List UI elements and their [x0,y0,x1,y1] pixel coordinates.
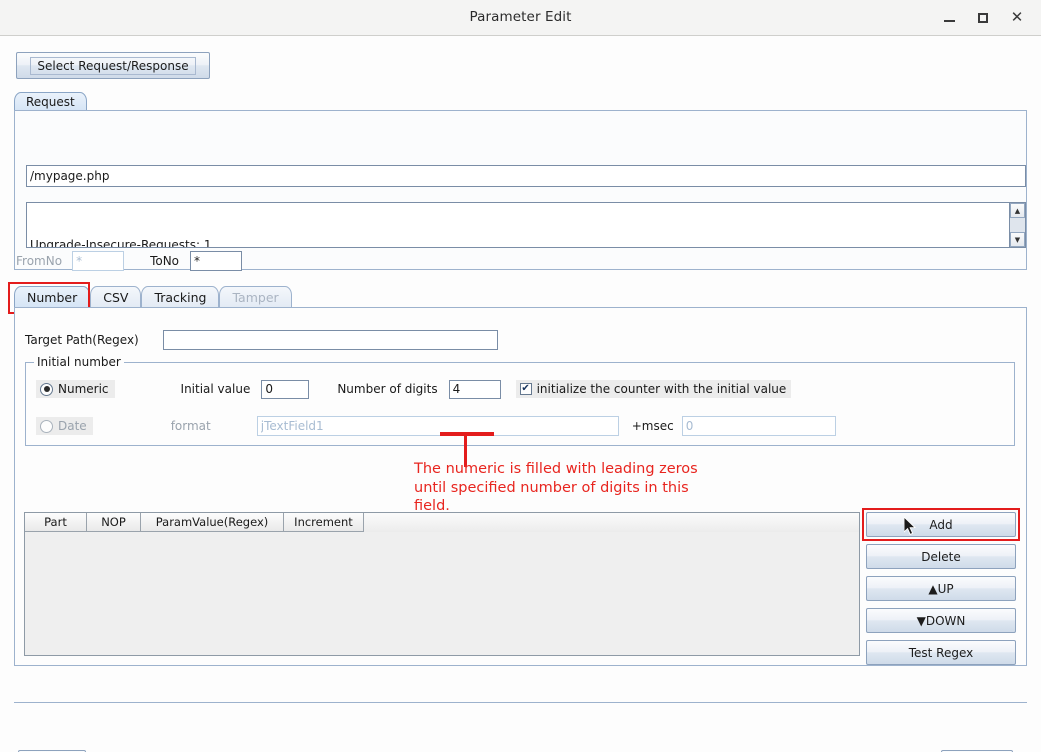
add-button-label: Add [929,517,953,532]
annotation-text: The numeric is filled with leading zeros… [414,461,698,514]
close-icon: ✕ [1010,8,1024,26]
target-path-input[interactable] [162,330,498,350]
date-row: Date format +msec [36,416,836,436]
initial-number-groupbox: Initial number Numeric Initial value Num… [25,355,1015,446]
tab-tracking-label: Tracking [154,290,207,305]
tab-request[interactable]: Request [14,92,87,111]
window-controls: ✕ [933,0,1033,35]
target-path-label: Target Path(Regex) [25,333,139,347]
radio-unchecked-icon [40,419,53,433]
tab-number-label: Number [27,290,78,305]
parameter-edit-window: Parameter Edit ✕ Select Request/Response… [0,0,1041,752]
table-body[interactable] [25,532,859,655]
close-button[interactable]: ✕ [1001,3,1033,33]
date-radio: Date [36,417,93,435]
fromno-input[interactable] [72,251,125,271]
initial-value-input[interactable] [261,379,310,399]
tab-tracking[interactable]: Tracking [141,286,220,308]
select-request-response-button[interactable]: Select Request/Response [16,52,210,79]
table-header-row: Part NOP ParamValue(Regex) Increment [25,513,859,532]
scrollbar-track[interactable] [1010,218,1025,232]
number-of-digits-input[interactable] [448,379,501,399]
numeric-row: Numeric Initial value Number of digits ✔… [36,379,792,399]
column-header-increment[interactable]: Increment [284,513,364,532]
tab-tamper: Tamper [219,286,292,308]
up-button-label: ▲UP [928,581,954,596]
request-body-text[interactable]: Upgrade-Insecure-Requests: 1 user=test&p… [30,203,990,248]
column-header-paramvalue[interactable]: ParamValue(Regex) [141,513,284,532]
request-tabstrip: Request [14,92,1027,111]
delete-button[interactable]: Delete [866,544,1016,569]
test-regex-button[interactable]: Test Regex [866,640,1016,665]
up-button[interactable]: ▲UP [866,576,1016,601]
annotation-underline [440,432,494,436]
request-body-scrollpane: Upgrade-Insecure-Requests: 1 user=test&p… [26,202,1026,248]
test-regex-button-label: Test Regex [908,645,974,660]
scroll-up-icon[interactable]: ▲ [1010,203,1025,218]
title-bar: Parameter Edit ✕ [0,0,1041,36]
tab-tamper-label: Tamper [232,290,279,305]
initial-value-label: Initial value [180,382,251,396]
tono-input[interactable] [190,251,243,271]
parameter-table[interactable]: Part NOP ParamValue(Regex) Increment [24,512,860,656]
numeric-radio-label: Numeric [58,382,109,396]
select-request-response-label: Select Request/Response [30,56,196,75]
down-button[interactable]: ▼DOWN [866,608,1016,633]
add-button[interactable]: Add [866,512,1016,537]
request-body-scrollbar[interactable]: ▲ ▼ [1009,203,1025,247]
main-tabstrip: Number CSV Tracking Tamper [14,286,292,308]
range-row: FromNo ToNo [16,251,243,271]
window-content: Select Request/Response Request Upgrade-… [0,36,1041,752]
tab-csv[interactable]: CSV [90,286,142,308]
tab-request-label: Request [26,95,75,109]
delete-button-label: Delete [921,549,961,564]
fromno-label: FromNo [16,254,63,268]
radio-checked-icon [40,382,53,396]
maximize-icon [978,12,988,23]
footer-separator [14,702,1027,703]
target-path-row: Target Path(Regex) [25,330,498,350]
msec-input [681,416,836,436]
down-button-label: ▼DOWN [916,613,966,628]
minimize-button[interactable] [933,3,965,33]
request-panel: Upgrade-Insecure-Requests: 1 user=test&p… [14,110,1027,270]
initial-number-group-title: Initial number [34,355,124,369]
window-title: Parameter Edit [469,9,572,25]
date-radio-label: Date [58,419,87,433]
column-header-part[interactable]: Part [25,513,87,532]
tab-csv-label: CSV [103,290,129,305]
date-format-input [256,416,619,436]
init-counter-checkbox[interactable]: ✔ initialize the counter with the initia… [515,380,792,398]
init-counter-checkbox-label: initialize the counter with the initial … [536,382,787,396]
request-url-input[interactable] [26,165,1026,187]
tab-number[interactable]: Number [14,286,91,308]
tono-label: ToNo [150,254,180,268]
table-action-buttons: Add Delete ▲UP ▼DOWN Test Regex [866,512,1016,665]
minimize-icon [943,20,955,22]
number-of-digits-label: Number of digits [337,382,438,396]
format-label: format [170,419,211,433]
column-header-nop[interactable]: NOP [87,513,141,532]
request-body-line-partial: Upgrade-Insecure-Requests: 1 [30,238,212,248]
maximize-button[interactable] [967,3,999,33]
msec-label: +msec [631,419,674,433]
scroll-down-icon[interactable]: ▼ [1010,232,1025,247]
numeric-radio[interactable]: Numeric [36,380,115,398]
checkbox-checked-icon: ✔ [519,383,532,395]
